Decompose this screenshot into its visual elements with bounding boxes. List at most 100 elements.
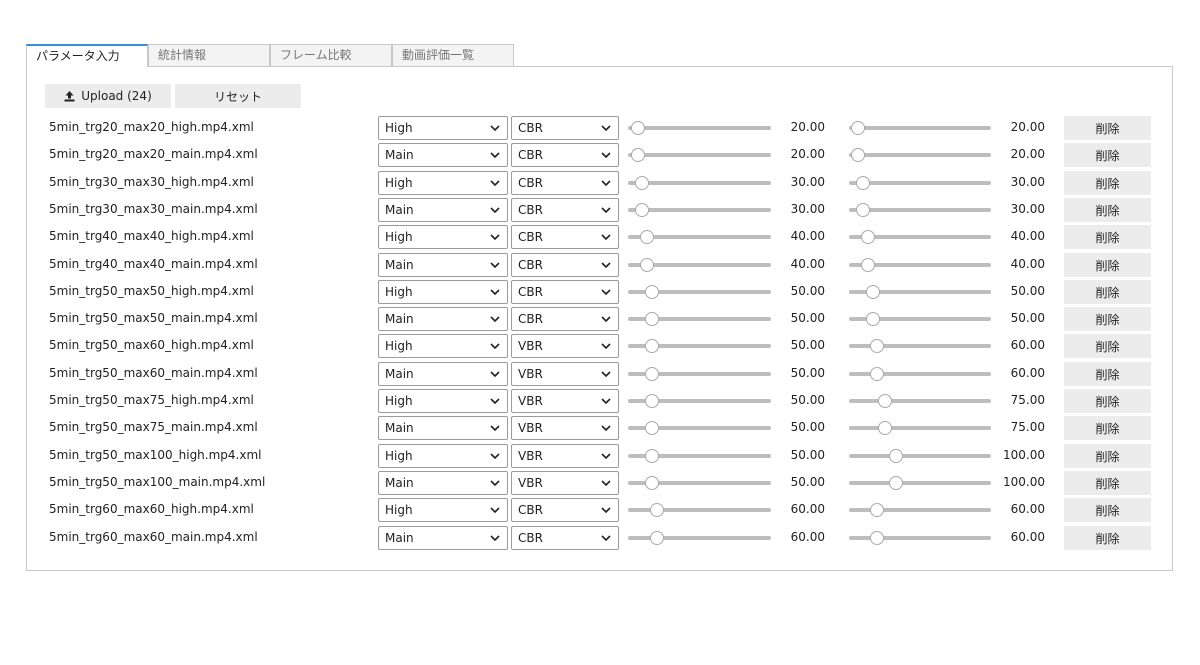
slider-thumb[interactable] <box>644 366 659 381</box>
slider-thumb[interactable] <box>865 284 880 299</box>
profile-select[interactable]: High <box>378 116 508 140</box>
slider-thumb[interactable] <box>644 312 659 327</box>
tab-video-evaluation-list[interactable]: 動画評価一覧 <box>392 44 514 66</box>
rate-mode-select[interactable]: CBR <box>511 225 619 250</box>
delete-button[interactable]: 削除 <box>1064 361 1151 386</box>
slider-thumb[interactable] <box>644 421 659 436</box>
slider-thumb[interactable] <box>644 284 659 299</box>
slider-thumb[interactable] <box>889 475 904 490</box>
reset-button[interactable]: リセット <box>175 84 301 108</box>
max-bitrate-slider[interactable] <box>849 530 991 545</box>
delete-button[interactable]: 削除 <box>1064 197 1151 222</box>
max-bitrate-slider[interactable] <box>849 230 991 245</box>
slider-thumb[interactable] <box>870 366 885 381</box>
slider-thumb[interactable] <box>644 448 659 463</box>
rate-mode-select[interactable]: CBR <box>511 252 619 277</box>
profile-select[interactable]: Main <box>378 307 508 332</box>
delete-button[interactable]: 削除 <box>1064 498 1151 523</box>
slider-thumb[interactable] <box>630 121 645 135</box>
max-bitrate-slider[interactable] <box>849 421 991 436</box>
target-bitrate-slider[interactable] <box>628 148 771 163</box>
slider-thumb[interactable] <box>860 257 875 272</box>
target-bitrate-slider[interactable] <box>628 366 771 381</box>
delete-button[interactable]: 削除 <box>1064 307 1151 332</box>
target-bitrate-slider[interactable] <box>628 175 771 190</box>
max-bitrate-slider[interactable] <box>849 339 991 354</box>
tab-statistics[interactable]: 統計情報 <box>148 44 270 66</box>
max-bitrate-slider[interactable] <box>849 257 991 272</box>
rate-mode-select[interactable]: VBR <box>511 470 619 495</box>
delete-button[interactable]: 削除 <box>1064 389 1151 413</box>
max-bitrate-slider[interactable] <box>849 202 991 217</box>
delete-button[interactable]: 削除 <box>1064 470 1151 495</box>
delete-button[interactable]: 削除 <box>1064 116 1151 140</box>
max-bitrate-slider[interactable] <box>849 284 991 299</box>
profile-select[interactable]: Main <box>378 361 508 386</box>
profile-select[interactable]: Main <box>378 252 508 277</box>
rate-mode-select[interactable]: CBR <box>511 279 619 304</box>
max-bitrate-slider[interactable] <box>849 366 991 381</box>
profile-select[interactable]: Main <box>378 470 508 495</box>
rate-mode-select[interactable]: CBR <box>511 498 619 523</box>
rate-mode-select[interactable]: VBR <box>511 361 619 386</box>
profile-select[interactable]: High <box>378 443 508 468</box>
delete-button[interactable]: 削除 <box>1064 252 1151 277</box>
rate-mode-select[interactable]: CBR <box>511 170 619 195</box>
slider-thumb[interactable] <box>644 339 659 354</box>
delete-button[interactable]: 削除 <box>1064 279 1151 304</box>
max-bitrate-slider[interactable] <box>849 394 991 408</box>
profile-select[interactable]: Main <box>378 197 508 222</box>
rate-mode-select[interactable]: CBR <box>511 525 619 550</box>
profile-select[interactable]: High <box>378 389 508 413</box>
profile-select[interactable]: High <box>378 498 508 523</box>
max-bitrate-slider[interactable] <box>849 312 991 327</box>
slider-thumb[interactable] <box>851 148 866 163</box>
target-bitrate-slider[interactable] <box>628 394 771 408</box>
slider-thumb[interactable] <box>870 339 885 354</box>
profile-select[interactable]: High <box>378 279 508 304</box>
slider-thumb[interactable] <box>870 503 885 518</box>
tab-frame-compare[interactable]: フレーム比較 <box>270 44 392 66</box>
slider-thumb[interactable] <box>649 530 664 545</box>
target-bitrate-slider[interactable] <box>628 257 771 272</box>
rate-mode-select[interactable]: CBR <box>511 197 619 222</box>
slider-thumb[interactable] <box>635 202 650 217</box>
slider-thumb[interactable] <box>856 175 871 190</box>
rate-mode-select[interactable]: CBR <box>511 116 619 140</box>
rate-mode-select[interactable]: VBR <box>511 334 619 359</box>
delete-button[interactable]: 削除 <box>1064 416 1151 441</box>
slider-thumb[interactable] <box>889 448 904 463</box>
target-bitrate-slider[interactable] <box>628 503 771 518</box>
max-bitrate-slider[interactable] <box>849 503 991 518</box>
delete-button[interactable]: 削除 <box>1064 225 1151 250</box>
rate-mode-select[interactable]: CBR <box>511 307 619 332</box>
profile-select[interactable]: High <box>378 334 508 359</box>
rate-mode-select[interactable]: VBR <box>511 443 619 468</box>
target-bitrate-slider[interactable] <box>628 475 771 490</box>
upload-button[interactable]: Upload (24) <box>45 84 171 108</box>
profile-select[interactable]: Main <box>378 143 508 168</box>
delete-button[interactable]: 削除 <box>1064 525 1151 550</box>
profile-select[interactable]: Main <box>378 525 508 550</box>
slider-thumb[interactable] <box>860 230 875 245</box>
target-bitrate-slider[interactable] <box>628 312 771 327</box>
target-bitrate-slider[interactable] <box>628 339 771 354</box>
delete-button[interactable]: 削除 <box>1064 334 1151 359</box>
slider-thumb[interactable] <box>877 394 892 408</box>
slider-thumb[interactable] <box>870 530 885 545</box>
slider-thumb[interactable] <box>865 312 880 327</box>
slider-thumb[interactable] <box>640 257 655 272</box>
max-bitrate-slider[interactable] <box>849 148 991 163</box>
slider-thumb[interactable] <box>630 148 645 163</box>
slider-thumb[interactable] <box>640 230 655 245</box>
target-bitrate-slider[interactable] <box>628 230 771 245</box>
tab-parameter-input[interactable]: パラメータ入力 <box>26 44 148 67</box>
slider-thumb[interactable] <box>635 175 650 190</box>
target-bitrate-slider[interactable] <box>628 448 771 463</box>
target-bitrate-slider[interactable] <box>628 530 771 545</box>
delete-button[interactable]: 削除 <box>1064 170 1151 195</box>
slider-thumb[interactable] <box>856 202 871 217</box>
target-bitrate-slider[interactable] <box>628 121 771 135</box>
target-bitrate-slider[interactable] <box>628 421 771 436</box>
max-bitrate-slider[interactable] <box>849 121 991 135</box>
